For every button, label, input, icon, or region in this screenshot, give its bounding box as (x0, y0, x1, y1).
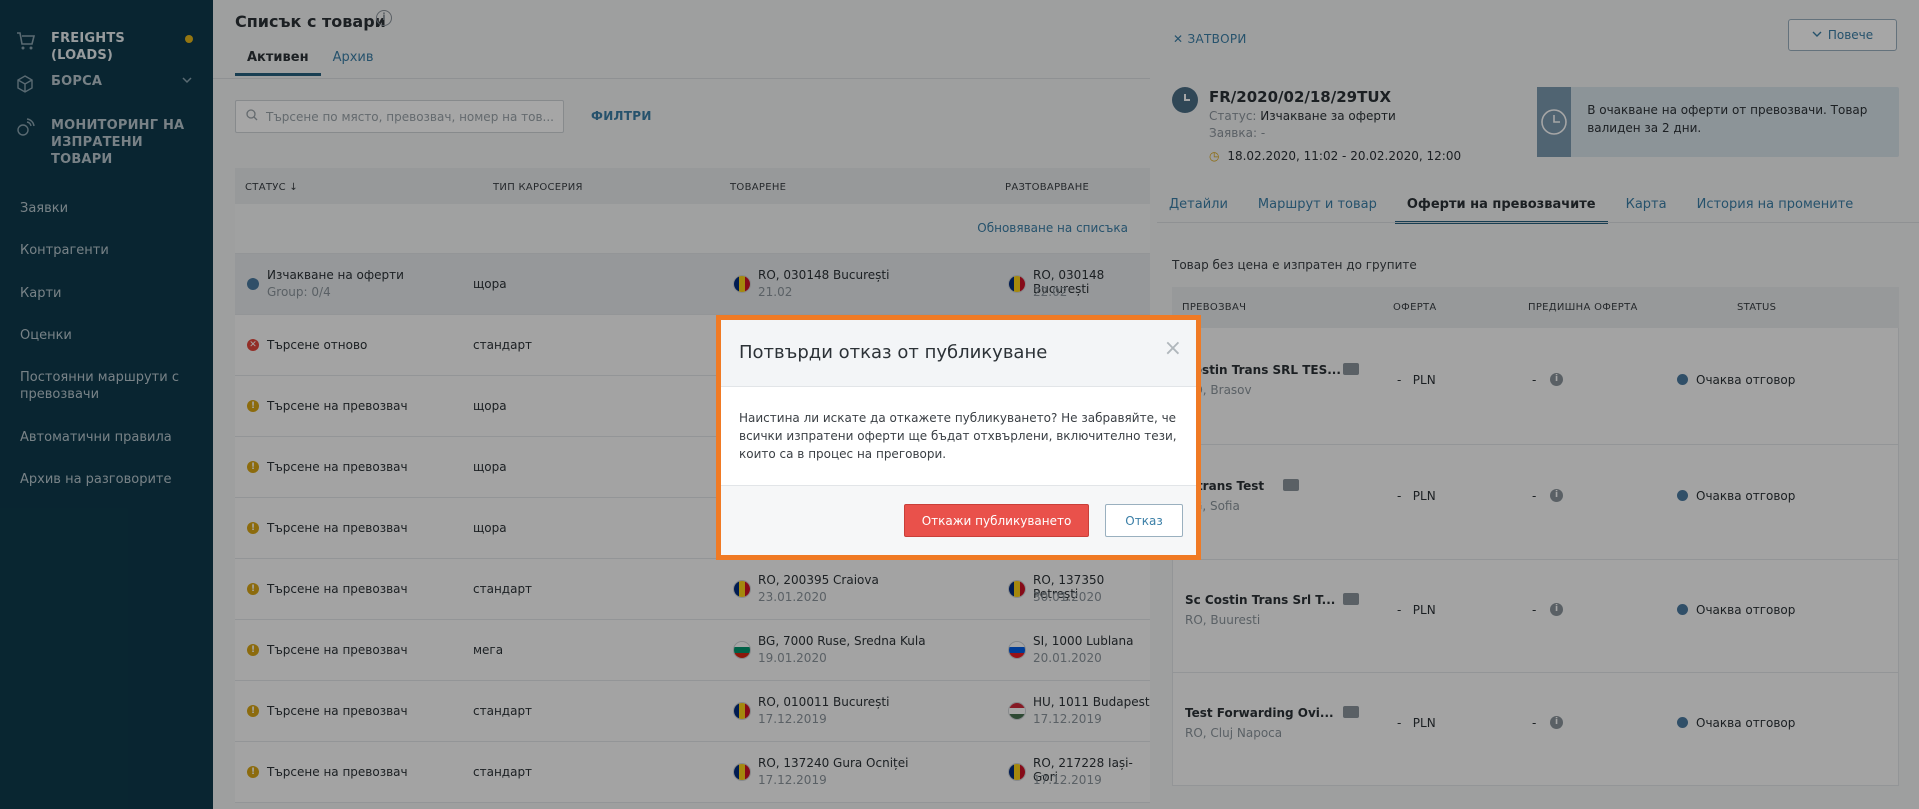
cancel-button[interactable]: Отказ (1105, 504, 1183, 537)
confirm-unpublish-button[interactable]: Откажи публикуването (904, 504, 1089, 537)
confirm-unpublish-dialog: Потвърди отказ от публикуване × Наистина… (716, 315, 1201, 560)
dialog-header: Потвърди отказ от публикуване × (721, 320, 1196, 387)
dialog-footer: Откажи публикуването Отказ (721, 486, 1196, 555)
dialog-title: Потвърди отказ от публикуване (739, 342, 1048, 363)
dialog-message: Наистина ли искате да откажете публикува… (721, 387, 1196, 486)
close-icon[interactable]: × (1164, 336, 1182, 361)
